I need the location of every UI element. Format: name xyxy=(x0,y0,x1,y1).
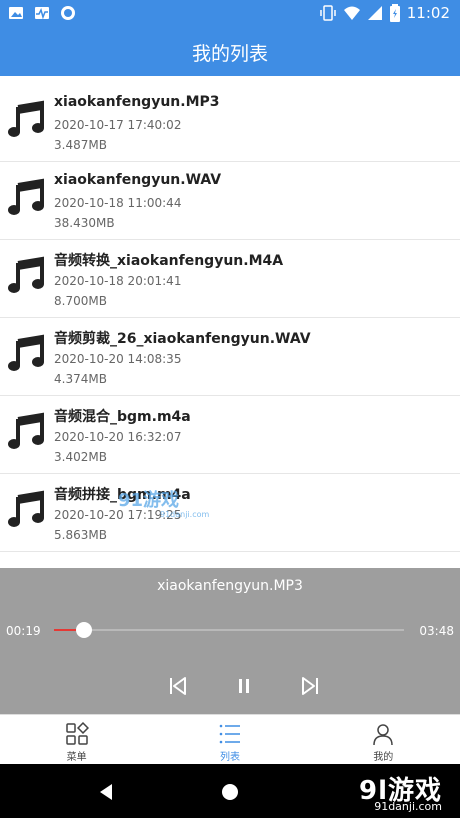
watermark-url: 91danji.com xyxy=(160,510,210,519)
tab-menu-label: 菜单 xyxy=(66,752,87,763)
person-icon xyxy=(373,724,394,746)
tab-menu[interactable]: 菜单 xyxy=(0,715,153,765)
current-time: 00:19 xyxy=(6,624,41,638)
bottom-nav: 菜单 列表 我的 xyxy=(0,714,460,765)
page-title: 我的列表 xyxy=(191,42,268,65)
file-item[interactable]: xiaokanfengyun.WAV 2020-10-18 11:00:44 3… xyxy=(0,162,460,240)
total-time: 03:48 xyxy=(419,624,454,638)
watermark-site: 91danji.com xyxy=(374,800,442,813)
watermark-logo: 91游戏 xyxy=(118,490,180,511)
skip-next-icon xyxy=(302,677,318,695)
file-date: 2020-10-17 17:40:02 xyxy=(54,118,182,132)
music-note-icon xyxy=(8,412,44,449)
next-button[interactable] xyxy=(298,674,322,698)
status-bar: 11:02 xyxy=(0,0,460,28)
file-item[interactable]: 音频混合_bgm.m4a 2020-10-20 16:32:07 3.402MB xyxy=(0,396,460,474)
status-time: 11:02 xyxy=(406,4,450,22)
file-size: 8.700MB xyxy=(54,294,107,308)
activity-notification-icon xyxy=(35,7,49,20)
vibrate-icon xyxy=(320,5,336,21)
seek-thumb[interactable] xyxy=(76,622,93,638)
battery-icon xyxy=(389,4,400,22)
tab-list-label: 列表 xyxy=(219,752,240,763)
list-icon xyxy=(219,724,240,744)
file-name: 音频转换_xiaokanfengyun.M4A xyxy=(54,253,284,269)
file-date: 2020-10-18 20:01:41 xyxy=(54,274,182,288)
app-bar: 我的列表 xyxy=(0,28,460,76)
file-item[interactable]: 音频剪裁_26_xiaokanfengyun.WAV 2020-10-20 14… xyxy=(0,318,460,396)
back-icon[interactable] xyxy=(96,782,116,802)
file-size: 5.863MB xyxy=(54,528,107,542)
pause-icon xyxy=(239,679,249,693)
music-note-icon xyxy=(8,490,44,527)
tab-mine[interactable]: 我的 xyxy=(307,715,460,765)
file-date: 2020-10-18 11:00:44 xyxy=(54,196,182,210)
status-right: 11:02 xyxy=(319,4,450,22)
file-item[interactable]: 音频转换_xiaokanfengyun.M4A 2020-10-18 20:01… xyxy=(0,240,460,318)
tab-mine-label: 我的 xyxy=(373,752,394,763)
music-player: xiaokanfengyun.MP3 00:19 03:48 xyxy=(0,568,460,714)
player-title: xiaokanfengyun.MP3 xyxy=(157,578,303,594)
home-button[interactable] xyxy=(222,784,238,800)
file-name: 音频剪裁_26_xiaokanfengyun.WAV xyxy=(54,331,311,347)
file-date: 2020-10-20 16:32:07 xyxy=(54,430,182,444)
prev-button[interactable] xyxy=(166,674,190,698)
file-size: 3.487MB xyxy=(54,138,107,152)
file-item[interactable]: 音频拼接_bgm.m4a 2020-10-20 17:19:25 5.863MB xyxy=(0,474,460,552)
seek-bar[interactable] xyxy=(54,622,404,638)
tab-list[interactable]: 列表 xyxy=(153,715,306,765)
file-name: xiaokanfengyun.MP3 xyxy=(54,94,220,110)
file-name: xiaokanfengyun.WAV xyxy=(54,172,222,188)
file-name: 音频混合_bgm.m4a xyxy=(54,409,191,425)
music-note-icon xyxy=(8,178,44,215)
music-note-icon xyxy=(8,256,44,293)
file-size: 4.374MB xyxy=(54,372,107,386)
signal-icon xyxy=(367,6,382,20)
music-note-icon xyxy=(8,334,44,371)
image-notification-icon xyxy=(9,7,23,19)
file-item[interactable]: xiaokanfengyun.MP3 2020-10-17 17:40:02 3… xyxy=(0,84,460,162)
file-list: xiaokanfengyun.MP3 2020-10-17 17:40:02 3… xyxy=(0,84,460,552)
grid-icon xyxy=(65,722,89,745)
music-note-icon xyxy=(8,100,44,137)
file-date: 2020-10-20 14:08:35 xyxy=(54,352,182,366)
file-size: 38.430MB xyxy=(54,216,115,230)
wifi-icon xyxy=(343,6,360,20)
player-controls xyxy=(166,674,322,698)
file-size: 3.402MB xyxy=(54,450,107,464)
circle-notification-icon xyxy=(61,6,75,20)
skip-previous-icon xyxy=(170,677,186,695)
status-left-icons xyxy=(8,5,76,21)
pause-button[interactable] xyxy=(232,674,256,698)
